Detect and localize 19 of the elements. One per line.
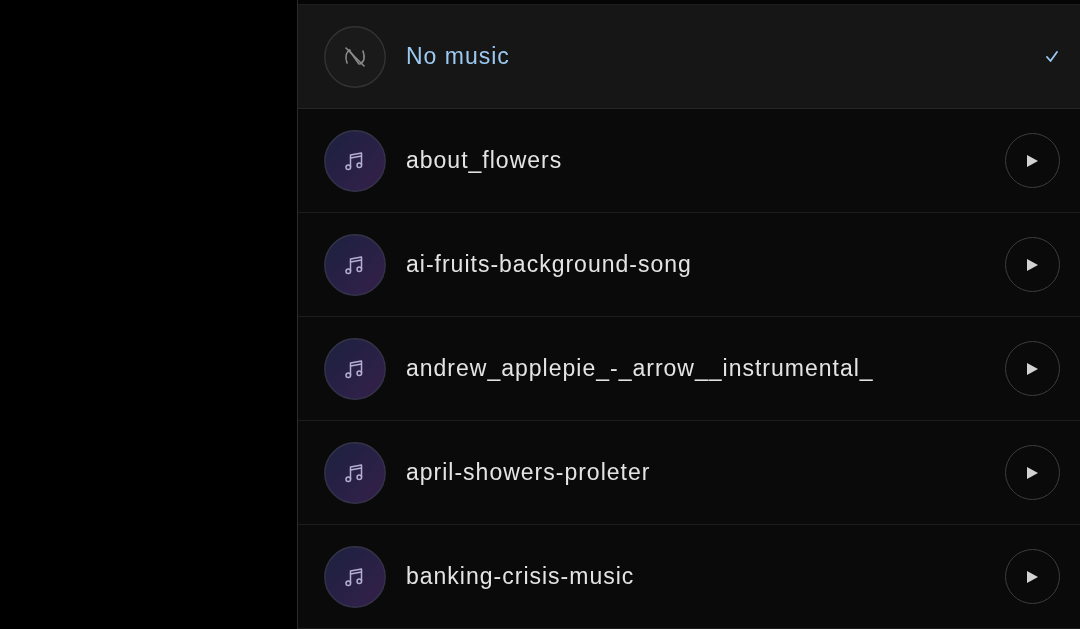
track-row[interactable]: No music bbox=[298, 5, 1080, 109]
track-title: ai-fruits-background-song bbox=[406, 250, 692, 280]
play-icon bbox=[1027, 570, 1038, 583]
track-title: about_flowers bbox=[406, 146, 563, 176]
music-note-icon bbox=[324, 129, 386, 192]
track-title: april-showers-proleter bbox=[406, 458, 651, 488]
music-note-icon bbox=[324, 233, 386, 296]
play-icon bbox=[1027, 362, 1038, 375]
checkmark-icon bbox=[1046, 51, 1058, 62]
play-icon bbox=[1027, 154, 1038, 167]
track-title: No music bbox=[406, 42, 510, 72]
music-note-icon bbox=[324, 545, 386, 608]
music-note-icon bbox=[324, 337, 386, 400]
track-title: andrew_applepie_-_arrow__instrumental_ bbox=[406, 354, 874, 384]
play-icon bbox=[1027, 258, 1038, 271]
slashed-loop-icon bbox=[324, 25, 386, 88]
music-note-icon bbox=[324, 441, 386, 504]
play-icon bbox=[1027, 466, 1038, 479]
track-title: banking-crisis-music bbox=[406, 562, 635, 592]
